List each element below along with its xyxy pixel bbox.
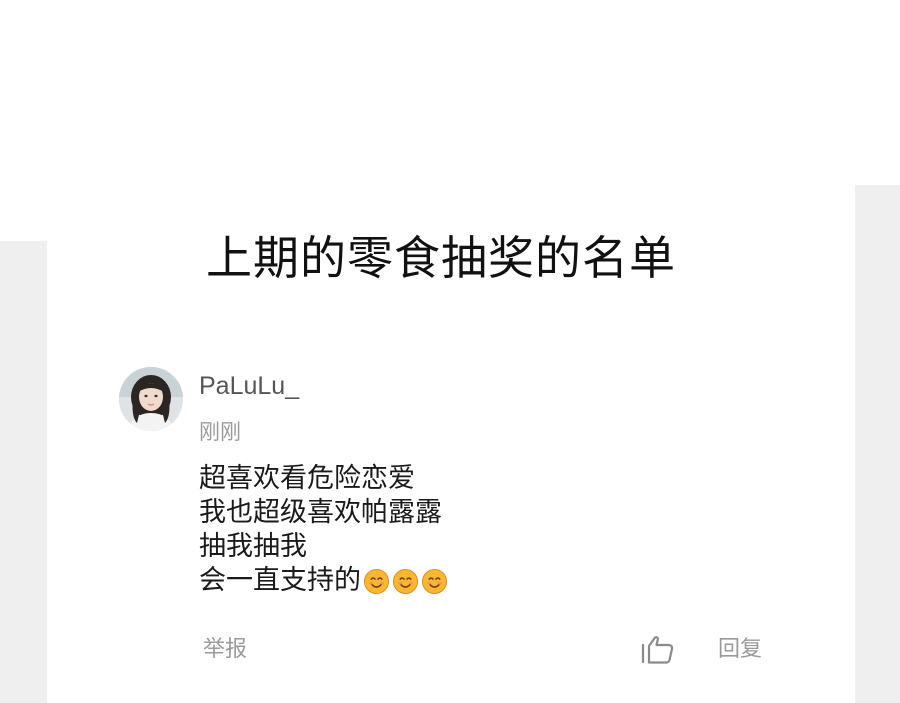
like-button[interactable] (640, 634, 676, 666)
post-title: 上期的零食抽奖的名单 (206, 231, 676, 285)
emoji-row (363, 568, 450, 604)
avatar-photo-icon (119, 367, 183, 431)
left-background-strip (0, 241, 47, 703)
report-button[interactable]: 举报 (203, 635, 247, 665)
reply-button[interactable]: 回复 (718, 635, 762, 665)
smiling-face-emoji-icon (421, 568, 448, 595)
comment-line-with-emojis: 会一直支持的 (199, 564, 450, 604)
comment-line: 我也超级喜欢帕露露 (199, 497, 442, 528)
smiling-face-emoji-icon (363, 568, 390, 595)
avatar[interactable] (119, 367, 183, 431)
username[interactable]: PaLuLu_ (199, 370, 299, 402)
comment-body: 超喜欢看危险恋爱 我也超级喜欢帕露露 抽我抽我 会一直支持的 (199, 462, 450, 604)
comment-line: 超喜欢看危险恋爱 (199, 463, 415, 494)
comment-screen: 上期的零食抽奖的名单 PaLuLu_ 刚刚 超喜欢看危险恋爱 我也超级喜欢帕露露 (0, 0, 900, 703)
smiling-face-emoji-icon (392, 568, 419, 595)
comment-timestamp: 刚刚 (199, 420, 241, 444)
thumbs-up-icon (641, 636, 674, 664)
comment-line: 抽我抽我 (199, 531, 307, 562)
comment-line-text: 会一直支持的 (199, 565, 361, 596)
